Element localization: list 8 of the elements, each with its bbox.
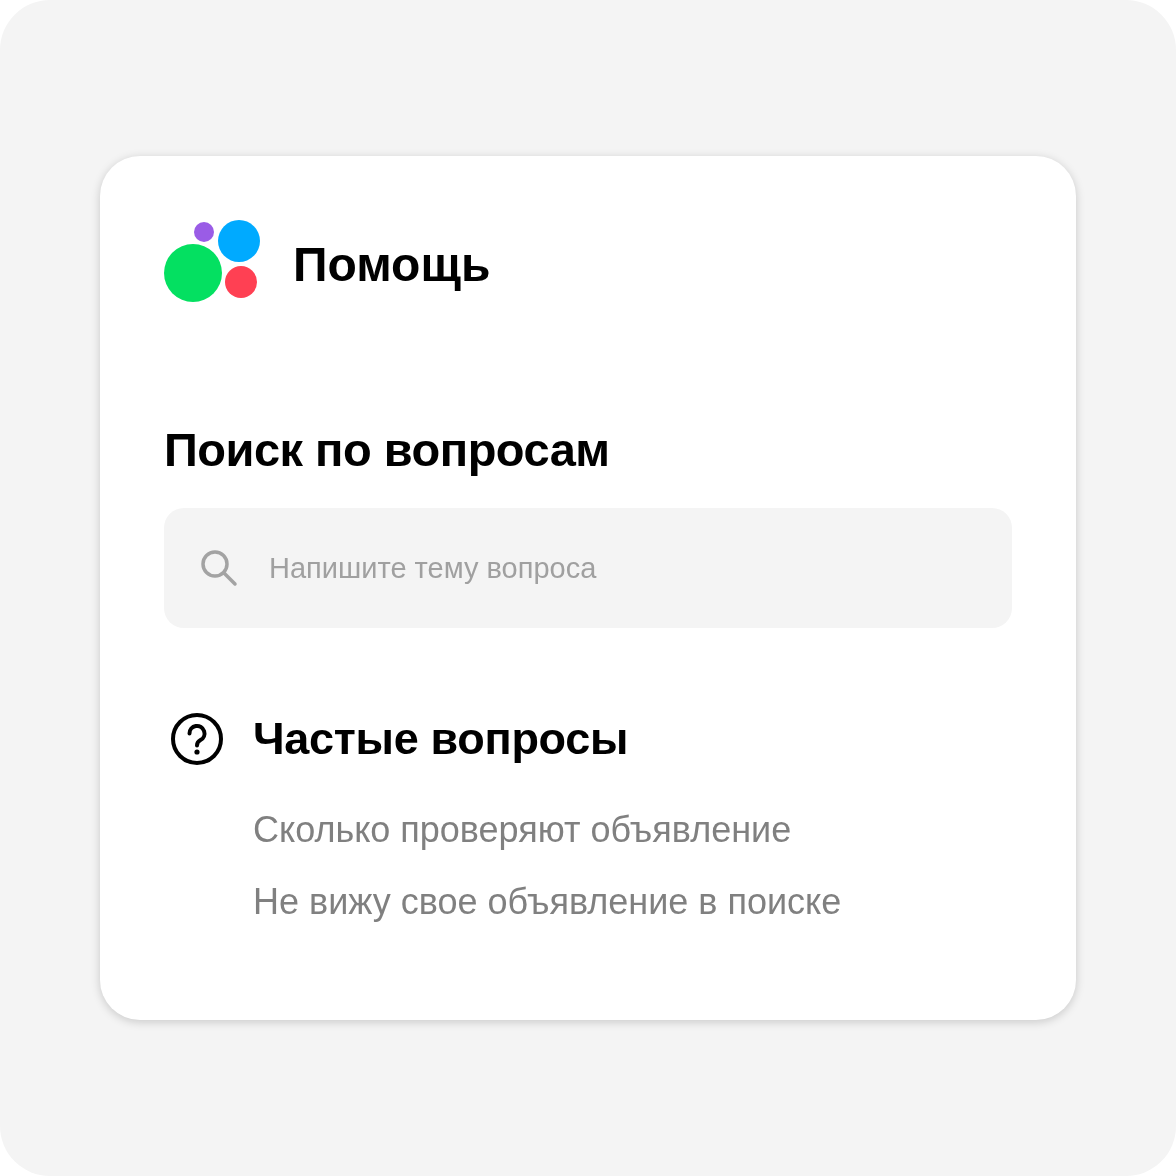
section-heading: Частые вопросы <box>253 713 629 765</box>
faq-link[interactable]: Не вижу свое объявление в поиске <box>253 880 842 924</box>
search-field[interactable]: Напишите тему вопроса <box>164 508 1012 628</box>
logo-icon <box>164 220 260 302</box>
question-icon <box>170 712 224 766</box>
section-heading: Поиск по вопросам <box>164 422 611 478</box>
page-title: Помощь <box>293 241 491 289</box>
faq-link[interactable]: Сколько проверяют объявление <box>253 808 792 852</box>
